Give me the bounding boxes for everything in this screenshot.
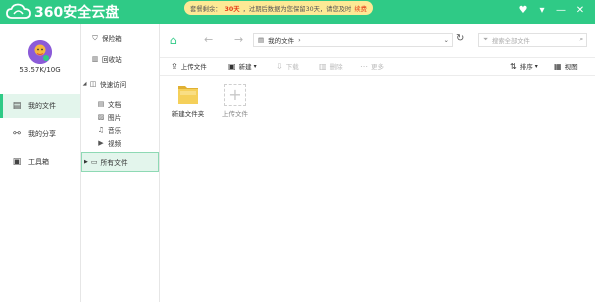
shield-icon: ⛉ xyxy=(92,33,98,42)
grid-view-icon: ▦ xyxy=(554,61,562,71)
more-label: 更多 xyxy=(371,63,384,71)
action-toolbar: ⇪ 上传文件 ▣ 新建 ▾ ⇩ 下载 ▥ 删除 ⋯ 更多 ⇅ 排序 ▾ ▦ 视图 xyxy=(160,58,595,76)
banner-message: ，过期后数据为您保留30天，请您及时 xyxy=(242,5,352,13)
sidebar-item-label: 工具箱 xyxy=(28,158,49,166)
app-logo: 360安全云盘 xyxy=(6,3,119,21)
folder-icon xyxy=(178,86,198,104)
music-icon: ♫ xyxy=(97,126,105,134)
trash-icon: ▥ xyxy=(91,55,99,63)
upload-tile[interactable]: + 上传文件 xyxy=(212,84,258,118)
download-icon: ⇩ xyxy=(276,61,283,71)
sidebar-item-toolbox[interactable]: ▣ 工具箱 xyxy=(0,150,80,174)
filter-icon[interactable]: ⏷ xyxy=(483,36,488,44)
sidebar-item-my-share[interactable]: ⚯ 我的分享 xyxy=(0,122,80,146)
sort-button[interactable]: ⇅ 排序 ▾ xyxy=(510,61,538,72)
cloud-logo-icon xyxy=(6,3,31,19)
banner-days: 30天 xyxy=(224,5,240,13)
new-button[interactable]: ▣ 新建 ▾ xyxy=(228,61,257,72)
path-breadcrumb[interactable]: ▤ 我的文件 › ⌄ xyxy=(253,33,453,47)
download-button[interactable]: ⇩ 下载 xyxy=(276,61,299,72)
tree-item-label: 图片 xyxy=(108,114,122,122)
home-icon[interactable]: ⌂ xyxy=(170,34,177,47)
video-icon: ▶ xyxy=(98,139,104,147)
folder-icon: ▭ xyxy=(90,158,98,166)
search-icon[interactable]: ⌕ xyxy=(579,36,583,44)
address-bar: ⌂ ← → ▤ 我的文件 › ⌄ ↻ ⏷ 搜索全部文件 ⌕ xyxy=(160,24,595,58)
file-name: 新建文件夹 xyxy=(171,110,205,118)
sort-label: 排序 xyxy=(519,63,533,71)
sidebar-item-my-files[interactable]: ▤ 我的文件 xyxy=(0,94,80,118)
storage-quota: 53.57K/10G xyxy=(19,66,61,74)
banner-prefix: 套餐剩余： xyxy=(190,5,222,13)
close-icon[interactable]: ✕ xyxy=(573,4,587,18)
file-item-folder[interactable]: 新建文件夹 xyxy=(165,82,211,118)
tree-item-all-files[interactable]: ▶ ▭ 所有文件 xyxy=(81,152,159,172)
chevron-down-icon[interactable]: ▾ xyxy=(535,4,549,18)
sort-icon: ⇅ xyxy=(510,61,517,71)
path-folder-icon: ▤ xyxy=(258,36,265,44)
tree-item-label: 所有文件 xyxy=(100,159,128,167)
tree-item-label: 回收站 xyxy=(102,56,122,64)
tree-item-quick-access[interactable]: ◢ ◫ 快速访问 xyxy=(82,78,160,90)
app-title: 360安全云盘 xyxy=(34,5,120,21)
upload-label: 上传文件 xyxy=(180,63,207,71)
view-label: 视图 xyxy=(564,63,578,71)
sidebar-item-label: 我的文件 xyxy=(28,102,56,110)
forward-arrow-icon[interactable]: → xyxy=(234,33,243,46)
plus-icon: + xyxy=(224,84,246,106)
title-bar: 360安全云盘 套餐剩余： 30天 ，过期后数据为您保留30天，请您及时 续费 … xyxy=(0,0,595,24)
chevron-right-icon: › xyxy=(298,36,301,44)
more-dots-icon: ⋯ xyxy=(360,61,368,71)
image-icon: ▨ xyxy=(97,113,105,121)
tree-item-label: 快速访问 xyxy=(100,81,127,89)
search-placeholder: 搜索全部文件 xyxy=(492,37,530,45)
tree-item-label: 文档 xyxy=(108,101,122,109)
avatar[interactable] xyxy=(28,40,52,64)
tree-item-label: 保险箱 xyxy=(102,35,122,43)
tree-item-label: 视频 xyxy=(108,140,122,148)
subscription-banner[interactable]: 套餐剩余： 30天 ，过期后数据为您保留30天，请您及时 续费 xyxy=(184,1,373,15)
toolbox-icon: ▣ xyxy=(12,157,22,167)
delete-label: 删除 xyxy=(329,63,343,71)
quick-access-icon: ◫ xyxy=(89,80,97,88)
delete-button[interactable]: ▥ 删除 xyxy=(319,61,343,72)
heart-icon[interactable]: ♥ xyxy=(516,4,530,18)
folder-tree: ⛉ 保险箱 ▥ 回收站 ◢ ◫ 快速访问 ▤ 文档 ▨ 图片 ♫ 音乐 ▶ 视频… xyxy=(81,24,160,302)
new-label: 新建 xyxy=(238,63,252,71)
chevron-down-icon: ▾ xyxy=(534,62,538,70)
path-dropdown-icon[interactable]: ⌄ xyxy=(444,36,449,44)
back-arrow-icon[interactable]: ← xyxy=(204,33,213,46)
sidebar: 53.57K/10G ▤ 我的文件 ⚯ 我的分享 ▣ 工具箱 xyxy=(0,24,81,302)
more-button[interactable]: ⋯ 更多 xyxy=(360,61,384,72)
sidebar-item-label: 我的分享 xyxy=(28,130,56,138)
document-icon: ▤ xyxy=(97,100,105,108)
search-input[interactable]: ⏷ 搜索全部文件 ⌕ xyxy=(478,33,587,47)
chevron-down-icon: ▾ xyxy=(253,62,257,70)
download-label: 下载 xyxy=(285,63,299,71)
share-icon: ⚯ xyxy=(13,129,21,139)
tree-item-recycle[interactable]: ▥ 回收站 xyxy=(91,53,169,65)
expand-arrow-icon[interactable]: ▶ xyxy=(84,159,88,165)
refresh-icon[interactable]: ↻ xyxy=(456,33,464,44)
upload-tile-label: 上传文件 xyxy=(222,110,248,118)
path-label: 我的文件 xyxy=(268,37,295,45)
upload-icon: ⇪ xyxy=(171,61,178,71)
upload-button[interactable]: ⇪ 上传文件 xyxy=(171,61,207,72)
view-button[interactable]: ▦ 视图 xyxy=(554,61,578,72)
tree-item-label: 音乐 xyxy=(108,127,122,135)
expand-triangle-icon[interactable]: ◢ xyxy=(82,81,87,87)
main-panel: ⌂ ← → ▤ 我的文件 › ⌄ ↻ ⏷ 搜索全部文件 ⌕ ⇪ 上传文件 ▣ 新… xyxy=(160,24,595,302)
minimize-icon[interactable]: — xyxy=(554,4,568,18)
new-folder-icon: ▣ xyxy=(228,61,236,71)
delete-icon: ▥ xyxy=(319,61,327,71)
folder-file-icon: ▤ xyxy=(12,101,22,111)
renew-link[interactable]: 续费 xyxy=(354,4,367,13)
tree-item-safe[interactable]: ⛉ 保险箱 xyxy=(91,32,169,44)
avatar-image xyxy=(28,40,52,64)
